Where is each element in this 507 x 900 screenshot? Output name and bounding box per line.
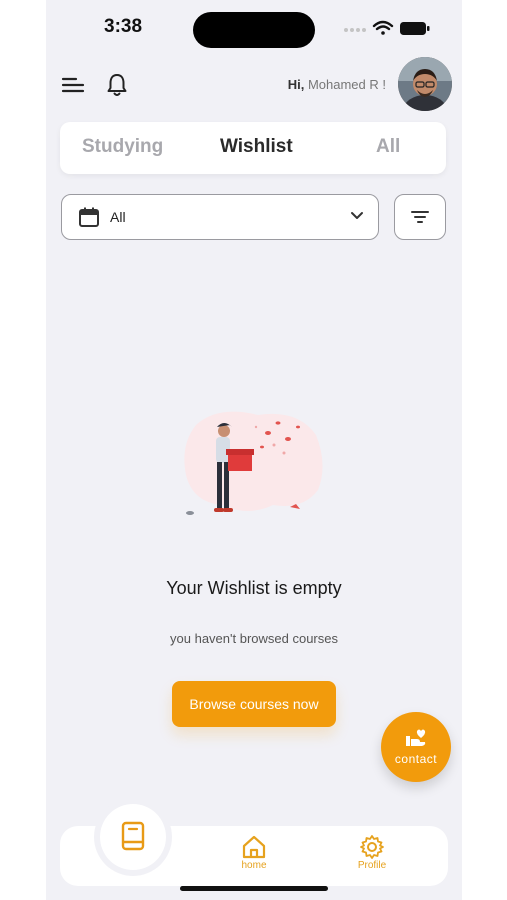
bell-icon[interactable]	[106, 72, 128, 98]
gear-icon	[360, 835, 384, 859]
avatar[interactable]	[398, 57, 452, 111]
empty-state-title: Your Wishlist is empty	[166, 578, 342, 598]
wifi-icon	[372, 20, 394, 35]
courses-nav-button[interactable]	[100, 804, 166, 870]
menu-icon[interactable]	[60, 74, 86, 96]
dynamic-island	[193, 12, 315, 48]
tab-all[interactable]: All	[376, 136, 400, 158]
greeting-name: Mohamed R !	[307, 77, 386, 92]
book-icon	[121, 821, 145, 851]
status-icons	[344, 20, 430, 35]
date-filter-value: All	[110, 209, 126, 225]
filter-button[interactable]	[394, 194, 446, 240]
battery-icon	[400, 22, 430, 35]
chevron-down-icon	[351, 212, 363, 219]
filter-icon	[411, 211, 429, 223]
home-icon	[242, 835, 266, 859]
calendar-icon	[79, 207, 99, 227]
tab-bar: Studying Wishlist All	[60, 122, 446, 174]
app-screen: 3:38 Hi, Mohamed R ! Studying Wishlist A…	[46, 0, 462, 900]
contact-icon	[406, 729, 426, 746]
greeting: Hi, Mohamed R !	[288, 77, 386, 92]
browse-courses-button[interactable]: Browse courses now	[172, 681, 336, 727]
contact-fab[interactable]: contact	[381, 712, 451, 782]
signal-icon	[344, 28, 366, 32]
empty-state-subtitle: you haven't browsed courses	[170, 631, 338, 646]
date-filter-select[interactable]: All	[61, 194, 379, 240]
greeting-prefix: Hi,	[287, 77, 305, 92]
tab-wishlist[interactable]: Wishlist	[220, 136, 293, 158]
status-time: 3:38	[104, 16, 143, 37]
nav-label-home: home	[241, 860, 267, 871]
tab-studying[interactable]: Studying	[82, 136, 163, 158]
home-indicator	[180, 886, 328, 891]
empty-wishlist-illustration	[184, 411, 323, 515]
nav-item-profile[interactable]: Profile	[342, 834, 402, 871]
nav-label-profile: Profile	[357, 860, 387, 871]
contact-label: contact	[394, 752, 438, 766]
nav-item-home[interactable]: home	[224, 834, 284, 871]
